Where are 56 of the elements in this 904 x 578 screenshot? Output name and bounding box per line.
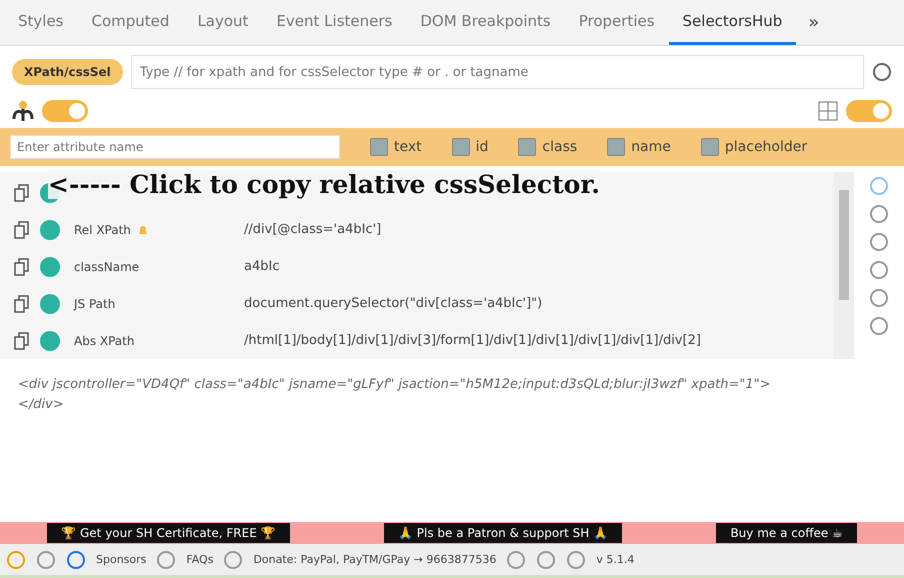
checkbox[interactable] [700, 138, 719, 156]
info-icon[interactable] [40, 294, 60, 314]
circle-icon[interactable] [869, 288, 889, 308]
plant-icon[interactable] [12, 99, 34, 123]
copy-hint: <----- Click to copy relative cssSelector. [48, 170, 600, 199]
panel-tab[interactable]: Event Listeners [262, 0, 406, 45]
checkbox-label: text [394, 139, 422, 155]
info-icon[interactable] [40, 256, 60, 276]
selector-type: JS Path [74, 296, 116, 310]
info-icon[interactable] [40, 220, 60, 240]
circle-icon[interactable] [223, 550, 244, 570]
panel-tab[interactable]: Styles [4, 0, 78, 45]
info-icon[interactable] [40, 330, 60, 350]
toggle-switch[interactable] [846, 100, 892, 122]
more-tabs-button[interactable]: » [796, 0, 832, 45]
version-label: v 5.1.4 [596, 553, 634, 566]
circle-icon[interactable] [566, 550, 586, 570]
checkbox-label: placeholder [724, 139, 808, 155]
attribute-input[interactable]: Enter attribute name [10, 135, 340, 159]
checkbox-label: id [476, 139, 488, 155]
panel-tab[interactable]: Computed [78, 0, 184, 45]
faqs-link[interactable]: FAQs [186, 553, 214, 566]
selector-value[interactable]: //div[@class='a4bIc'] [244, 222, 382, 237]
promo-banner[interactable]: 🏆 Get your SH Certificate, FREE 🏆 [47, 523, 290, 543]
circle-icon[interactable] [536, 550, 556, 570]
toggle-switch[interactable] [42, 100, 88, 122]
sponsors-link[interactable]: Sponsors [96, 553, 146, 566]
panel-tab[interactable]: DOM Breakpoints [406, 0, 565, 45]
selector-type: className [74, 260, 140, 274]
add-icon[interactable] [872, 62, 892, 82]
scrollbar[interactable] [834, 172, 854, 359]
promo-banner[interactable]: Buy me a coffee ☕ [716, 523, 857, 543]
panel-tab[interactable]: Properties [564, 0, 669, 45]
circle-icon[interactable] [156, 550, 176, 570]
checkbox[interactable] [518, 138, 536, 156]
panel-tab[interactable]: SelectorsHub [668, 0, 796, 45]
selector-value[interactable]: /html[1]/body[1]/div[1]/div[3]/form[1]/div[1]/div[1]/div[1]/div[1]/div[2] [244, 333, 701, 348]
grid-icon[interactable] [818, 101, 838, 121]
checkbox[interactable] [607, 138, 626, 156]
selector-value[interactable]: a4bIc [244, 259, 280, 274]
checkbox-label: name [631, 139, 671, 155]
panel-tab[interactable]: Layout [183, 0, 262, 45]
dom-snippet-line: </div> [18, 396, 65, 414]
selector-type: Abs XPath [74, 334, 134, 348]
selector-input[interactable]: Type // for xpath and for cssSelector type # or . or tagname [130, 55, 864, 89]
promo-banner[interactable]: 🙏 Pls be a Patron & support SH 🙏 [384, 523, 622, 543]
circle-icon[interactable] [506, 550, 526, 570]
selector-value[interactable]: document.querySelector("div[class='a4bIc']") [244, 296, 542, 311]
circle-icon[interactable] [36, 550, 56, 570]
checkbox[interactable] [452, 138, 470, 156]
dom-snippet-line: <div jscontroller="VD4Qf" class="a4bIc" jsname="gLFyf" jsaction="h5M12e;input:d3sQLd;blur:jI3wzf" xpath="1"> [18, 376, 772, 394]
selector-type: Rel XPath [74, 222, 131, 236]
donate-link[interactable]: Donate: PayPal, PayTM/GPay → 9663877536 [253, 553, 496, 566]
checkbox[interactable] [370, 138, 388, 156]
mode-button[interactable]: XPath/cssSel [12, 59, 123, 85]
checkbox-label: class [542, 139, 578, 155]
